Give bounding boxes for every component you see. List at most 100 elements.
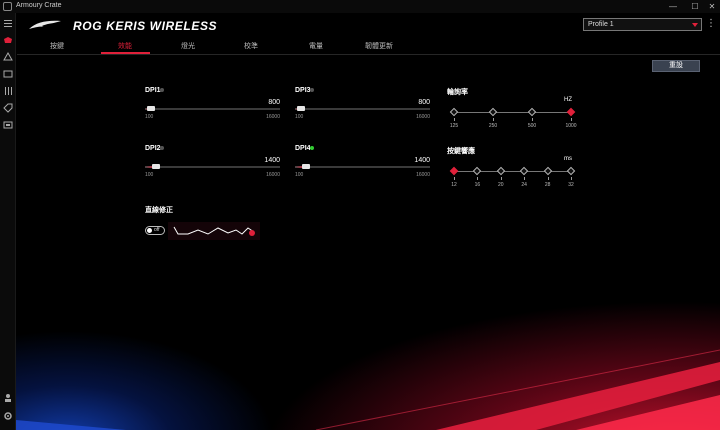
button-response-tick bbox=[547, 177, 549, 180]
window-title: Armoury Crate bbox=[16, 2, 62, 9]
button-response-option-label: 32 bbox=[568, 182, 574, 188]
dpi3-enable-dot[interactable] bbox=[310, 88, 314, 92]
button-response-tick bbox=[500, 177, 502, 180]
dpi4-slider-thumb[interactable] bbox=[302, 164, 310, 169]
dpi2-setting: DPI2 1400 100 16000 bbox=[145, 145, 280, 185]
maximize-button[interactable]: ☐ bbox=[688, 1, 702, 12]
polling-rate-unit: HZ bbox=[564, 97, 572, 103]
profile-select[interactable]: Profile 1 bbox=[583, 18, 702, 31]
dpi4-slider[interactable] bbox=[295, 164, 430, 169]
dpi2-slider-thumb[interactable] bbox=[152, 164, 160, 169]
button-response-option-16[interactable] bbox=[473, 166, 482, 176]
angle-snapping-label: 直線修正 bbox=[145, 207, 173, 214]
toggle-knob bbox=[147, 228, 152, 233]
toggle-state-text: off bbox=[154, 227, 160, 233]
angle-snapping-toggle[interactable]: off bbox=[145, 226, 165, 235]
tab-calibration[interactable]: 校準 bbox=[231, 41, 271, 51]
button-response-option-label: 16 bbox=[474, 182, 481, 188]
dpi3-min: 100 bbox=[295, 114, 304, 120]
button-response-option-20[interactable] bbox=[496, 166, 506, 176]
minimize-button[interactable]: — bbox=[666, 1, 680, 12]
button-response-tick bbox=[477, 177, 479, 180]
dpi2-enable-dot[interactable] bbox=[160, 146, 164, 150]
decorative-streaks bbox=[16, 349, 720, 430]
button-response-unit: ms bbox=[564, 156, 572, 162]
dpi4-enable-dot[interactable] bbox=[310, 146, 314, 150]
polling-rate-tick bbox=[493, 118, 494, 121]
dpi2-max: 16000 bbox=[266, 172, 280, 178]
window-titlebar: Armoury Crate — ☐ ✕ bbox=[0, 0, 720, 13]
dpi1-slider-thumb[interactable] bbox=[147, 106, 155, 111]
dpi3-max: 16000 bbox=[416, 114, 430, 120]
button-response-option-28[interactable] bbox=[543, 166, 552, 176]
gear-icon[interactable] bbox=[3, 411, 13, 421]
dpi2-slider[interactable] bbox=[145, 164, 280, 169]
dpi1-min: 100 bbox=[145, 114, 154, 120]
device-icon[interactable] bbox=[3, 35, 13, 45]
polling-rate-track bbox=[454, 112, 571, 113]
dpi3-label: DPI3 bbox=[295, 87, 311, 94]
more-options-icon[interactable]: ⋮ bbox=[706, 19, 716, 29]
tab-lighting[interactable]: 燈光 bbox=[168, 41, 208, 51]
app-icon bbox=[3, 2, 12, 11]
polling-rate-tick bbox=[454, 118, 455, 121]
reset-button[interactable]: 重設 bbox=[652, 60, 700, 72]
tab-bar: 按鍵 效能 燈光 校準 電量 韌體更新 bbox=[17, 40, 720, 54]
button-response-option-32[interactable] bbox=[566, 166, 576, 176]
polling-rate-option-label: 250 bbox=[488, 123, 498, 129]
dpi1-setting: DPI1 800 100 16000 bbox=[145, 87, 280, 127]
aura-icon[interactable] bbox=[3, 52, 13, 62]
dpi1-enable-dot[interactable] bbox=[160, 88, 164, 92]
tag-icon[interactable] bbox=[3, 103, 13, 113]
dpi1-value: 800 bbox=[268, 99, 280, 106]
polling-rate-tick bbox=[571, 118, 572, 121]
button-response-track bbox=[454, 171, 571, 172]
polling-rate-setting: 輪詢率 HZ 125 250 500 1000 bbox=[447, 87, 577, 135]
button-response-option-label: 24 bbox=[521, 182, 527, 188]
button-response-option-label: 28 bbox=[544, 182, 551, 188]
button-response-option-12[interactable] bbox=[449, 166, 459, 176]
button-response-option-label: 20 bbox=[498, 182, 504, 188]
dpi3-slider-thumb[interactable] bbox=[297, 106, 305, 111]
tab-performance[interactable]: 效能 bbox=[105, 41, 145, 51]
dpi4-setting: DPI4 1400 100 16000 bbox=[295, 145, 430, 185]
dpi1-slider[interactable] bbox=[145, 106, 280, 111]
rog-logo-icon bbox=[29, 20, 61, 29]
dpi3-value: 800 bbox=[418, 99, 430, 106]
chevron-down-icon bbox=[692, 23, 698, 27]
polling-rate-option-1000[interactable] bbox=[566, 107, 576, 117]
dpi1-max: 16000 bbox=[266, 114, 280, 120]
tab-firmware-update[interactable]: 韌體更新 bbox=[359, 41, 399, 51]
settings-sliders-icon[interactable] bbox=[3, 86, 13, 96]
dpi4-min: 100 bbox=[295, 172, 304, 178]
button-response-tick bbox=[524, 177, 526, 180]
library-icon[interactable] bbox=[3, 120, 13, 130]
gamevisual-icon[interactable] bbox=[3, 69, 13, 79]
dpi2-value: 1400 bbox=[264, 157, 280, 164]
polling-rate-option-label: 500 bbox=[527, 123, 537, 129]
button-response-option-24[interactable] bbox=[519, 166, 529, 176]
button-response-label: 按鍵響應 bbox=[447, 148, 475, 155]
polling-rate-option-250[interactable] bbox=[488, 107, 498, 117]
product-title: ROG KERIS WIRELESS bbox=[73, 19, 218, 33]
dpi2-min: 100 bbox=[145, 172, 154, 178]
polling-rate-tick bbox=[532, 118, 533, 121]
close-button[interactable]: ✕ bbox=[705, 1, 719, 12]
tab-buttons[interactable]: 按鍵 bbox=[37, 41, 77, 51]
dpi4-max: 16000 bbox=[416, 172, 430, 178]
menu-icon[interactable] bbox=[3, 18, 13, 28]
polling-rate-option-500[interactable] bbox=[527, 107, 537, 117]
dpi3-setting: DPI3 800 100 16000 bbox=[295, 87, 430, 127]
tab-power[interactable]: 電量 bbox=[296, 41, 336, 51]
polling-rate-option-125[interactable] bbox=[449, 107, 459, 117]
sidebar bbox=[0, 13, 16, 430]
polling-rate-option-label: 1000 bbox=[565, 123, 577, 129]
profile-select-value: Profile 1 bbox=[588, 21, 614, 28]
dpi1-label: DPI1 bbox=[145, 87, 161, 94]
user-icon[interactable] bbox=[3, 393, 13, 403]
dpi3-slider[interactable] bbox=[295, 106, 430, 111]
tabs-divider bbox=[17, 54, 720, 55]
polling-rate-label: 輪詢率 bbox=[447, 89, 468, 96]
angle-snapping-graphic bbox=[168, 222, 260, 240]
app-header: ROG KERIS WIRELESS Profile 1 ⋮ bbox=[17, 13, 720, 39]
